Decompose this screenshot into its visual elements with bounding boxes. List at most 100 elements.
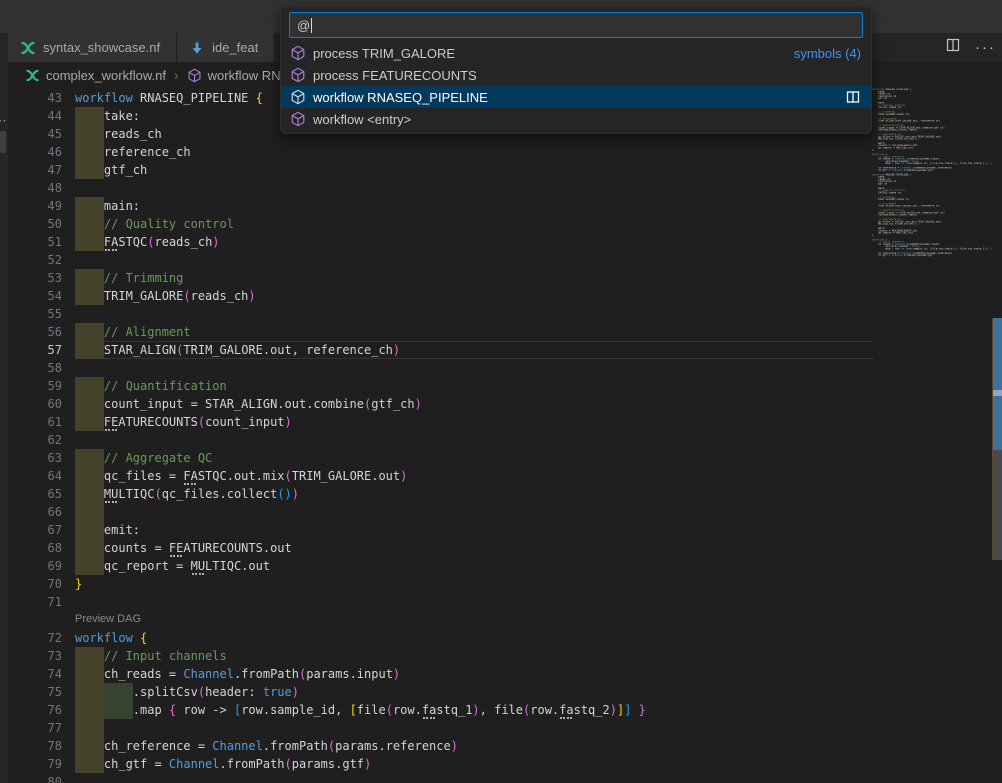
symbol-namespace-icon <box>290 67 306 83</box>
symbol-namespace-icon <box>290 89 306 105</box>
line-number: 67 <box>8 521 62 539</box>
line-number: 58 <box>8 359 62 377</box>
quick-pick-item[interactable]: process FEATURECOUNTS <box>281 64 871 86</box>
quick-pick-item-label: workflow <entry> <box>313 112 861 127</box>
code-line[interactable]: 69 qc_report = MULTIQC.out <box>8 557 874 575</box>
breadcrumb-file[interactable]: complex_workflow.nf <box>46 68 166 83</box>
code-line[interactable]: 72 workflow { <box>8 629 874 647</box>
line-content: // Quantification <box>75 377 874 395</box>
line-content: } <box>75 575 874 593</box>
code-line[interactable]: 76 .map { row -> [row.sample_id, [file(r… <box>8 701 874 719</box>
quick-pick-item[interactable]: process TRIM_GALOREsymbols (4) <box>281 42 871 64</box>
line-number: 76 <box>8 701 62 719</box>
quick-pick-item[interactable]: workflow RNASEQ_PIPELINE <box>281 86 871 108</box>
code-line[interactable]: 75 .splitCsv(header: true) <box>8 683 874 701</box>
code-line[interactable]: 59 // Quantification <box>8 377 874 395</box>
code-line[interactable]: 67 emit: <box>8 521 874 539</box>
line-number: 60 <box>8 395 62 413</box>
code-line[interactable]: 74 ch_reads = Channel.fromPath(params.in… <box>8 665 874 683</box>
line-content: MULTIQC(qc_files.collect()) <box>75 485 874 503</box>
nextflow-icon <box>20 40 36 56</box>
line-content: reference_ch <box>75 143 874 161</box>
code-line[interactable]: 80 <box>8 773 874 783</box>
left-rail-highlight <box>0 131 6 153</box>
line-content: // Trimming <box>75 269 874 287</box>
quick-open-widget: @ process TRIM_GALOREsymbols (4)process … <box>280 6 872 134</box>
line-content <box>75 359 874 377</box>
code-line[interactable]: 62 <box>8 431 874 449</box>
scrollbar[interactable] <box>992 88 1002 783</box>
line-content: // Alignment <box>75 323 874 341</box>
line-number: 70 <box>8 575 62 593</box>
scrollbar-slider[interactable] <box>993 450 1002 560</box>
text-cursor <box>311 18 312 33</box>
line-number: 79 <box>8 755 62 773</box>
line-number: 50 <box>8 215 62 233</box>
line-number: 61 <box>8 413 62 431</box>
line-number: 54 <box>8 287 62 305</box>
code-line[interactable]: 55 <box>8 305 874 323</box>
code-line[interactable]: 47 gtf_ch <box>8 161 874 179</box>
line-content: FASTQC(reads_ch) <box>75 233 874 251</box>
code-line[interactable]: 79 ch_gtf = Channel.fromPath(params.gtf) <box>8 755 874 773</box>
line-number: 59 <box>8 377 62 395</box>
code-line[interactable]: 63 // Aggregate QC <box>8 449 874 467</box>
quick-pick-list: process TRIM_GALOREsymbols (4)process FE… <box>281 42 871 130</box>
codelens-preview-dag[interactable]: Preview DAG <box>8 611 874 629</box>
code-line[interactable]: 66 <box>8 503 874 521</box>
line-number: 53 <box>8 269 62 287</box>
line-number: 68 <box>8 539 62 557</box>
line-content <box>75 503 874 521</box>
code-line[interactable]: 60 count_input = STAR_ALIGN.out.combine(… <box>8 395 874 413</box>
code-line[interactable]: 52 <box>8 251 874 269</box>
quick-input[interactable]: @ <box>289 12 863 38</box>
code-line[interactable]: 46 reference_ch <box>8 143 874 161</box>
code-line[interactable]: 48 <box>8 179 874 197</box>
code-line[interactable]: 50 // Quality control <box>8 215 874 233</box>
code-line[interactable]: 56 // Alignment <box>8 323 874 341</box>
code-line[interactable]: 78 ch_reference = Channel.fromPath(param… <box>8 737 874 755</box>
symbols-count-badge: symbols (4) <box>794 46 861 61</box>
quick-pick-item[interactable]: workflow <entry> <box>281 108 871 130</box>
symbol-namespace-icon <box>290 45 306 61</box>
symbol-namespace-icon <box>290 111 306 127</box>
code-line[interactable]: 54 TRIM_GALORE(reads_ch) <box>8 287 874 305</box>
code-line[interactable]: 73 // Input channels <box>8 647 874 665</box>
quick-input-query: @ <box>297 18 310 33</box>
code-line[interactable]: 70} <box>8 575 874 593</box>
tab-ide-feat[interactable]: ide_feat <box>177 33 275 62</box>
line-content: count_input = STAR_ALIGN.out.combine(gtf… <box>75 395 874 413</box>
code-line[interactable]: 65 MULTIQC(qc_files.collect()) <box>8 485 874 503</box>
tab-label: ide_feat <box>212 40 258 55</box>
code-line[interactable]: 53 // Trimming <box>8 269 874 287</box>
code-line[interactable]: 77 <box>8 719 874 737</box>
code-line[interactable]: 71 <box>8 593 874 611</box>
line-content: .map { row -> [row.sample_id, [file(row.… <box>75 701 874 719</box>
code-line[interactable]: 58 <box>8 359 874 377</box>
split-editor-icon[interactable] <box>945 37 961 58</box>
line-number: 62 <box>8 431 62 449</box>
line-number: 72 <box>8 629 62 647</box>
code-line[interactable]: 64 qc_files = FASTQC.out.mix(TRIM_GALORE… <box>8 467 874 485</box>
code-line[interactable]: 61 FEATURECOUNTS(count_input) <box>8 413 874 431</box>
code-line[interactable]: 51 FASTQC(reads_ch) <box>8 233 874 251</box>
more-actions-icon[interactable]: ··· <box>975 33 996 62</box>
code-line[interactable]: 57 STAR_ALIGN(TRIM_GALORE.out, reference… <box>8 341 874 359</box>
editor-actions: ··· <box>945 33 996 62</box>
line-content: workflow { <box>75 629 874 647</box>
line-content <box>75 773 874 783</box>
line-number: 52 <box>8 251 62 269</box>
line-number: 69 <box>8 557 62 575</box>
line-content: gtf_ch <box>75 161 874 179</box>
line-number: 45 <box>8 125 62 143</box>
line-number: 77 <box>8 719 62 737</box>
minimap[interactable]: workflow RNASEQ_PIPELINE { take: reads_c… <box>872 88 1000 783</box>
open-to-side-icon[interactable] <box>845 89 861 105</box>
code-line[interactable]: 49 main: <box>8 197 874 215</box>
line-number: 49 <box>8 197 62 215</box>
code-line[interactable]: 68 counts = FEATURECOUNTS.out <box>8 539 874 557</box>
line-content: counts = FEATURECOUNTS.out <box>75 539 874 557</box>
more-actions-icon[interactable]: ⋯ <box>0 113 8 129</box>
tab-syntax-showcase-nf[interactable]: syntax_showcase.nf <box>8 33 177 62</box>
code-editor[interactable]: 43workflow RNASEQ_PIPELINE {44 take:45 r… <box>8 88 1002 783</box>
